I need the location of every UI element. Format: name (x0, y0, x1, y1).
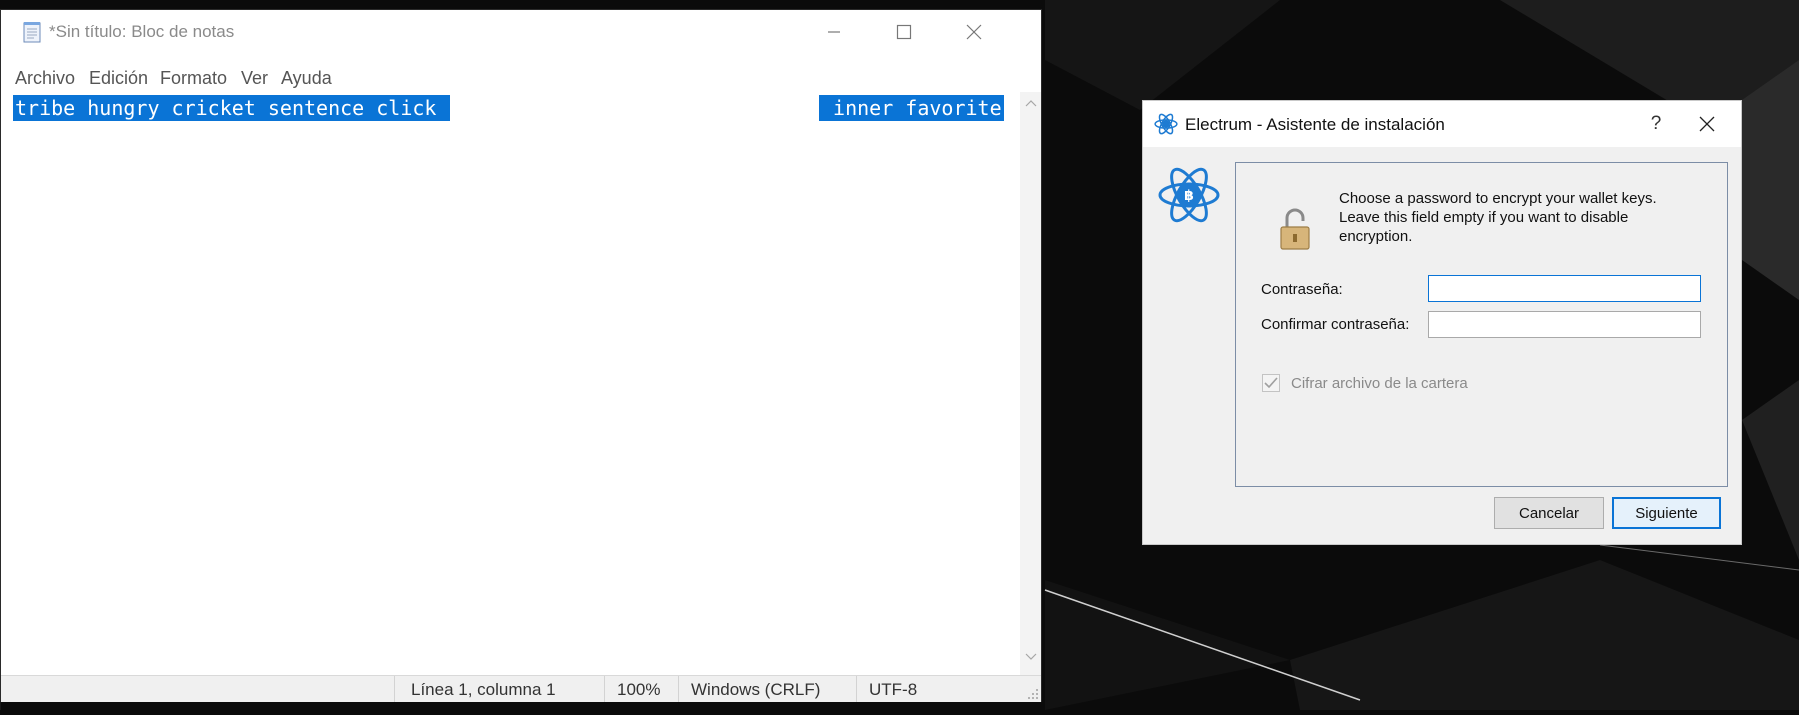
minimize-icon (828, 31, 840, 33)
electrum-icon (1154, 112, 1178, 136)
menu-formato[interactable]: Formato (160, 68, 227, 89)
notepad-window: *Sin título: Bloc de notas Archivo Edici… (0, 9, 1042, 702)
maximize-button[interactable] (869, 10, 939, 54)
confirm-password-label: Confirmar contraseña: (1261, 316, 1410, 333)
encrypt-file-label: Cifrar archivo de la cartera (1291, 375, 1468, 392)
password-label: Contraseña: (1261, 281, 1343, 298)
chevron-up-icon (1025, 100, 1036, 107)
instructions-line: encryption. (1339, 228, 1413, 245)
close-button[interactable] (939, 10, 1009, 54)
menu-ayuda[interactable]: Ayuda (281, 68, 332, 89)
chevron-down-icon (1025, 653, 1036, 660)
selected-text[interactable]: inner favorite (819, 95, 1004, 121)
selected-text[interactable]: tribe hungry cricket sentence click (13, 95, 451, 121)
vertical-scrollbar[interactable] (1020, 92, 1041, 675)
cancel-button[interactable]: Cancelar (1494, 497, 1604, 529)
scroll-up-button[interactable] (1020, 98, 1041, 114)
status-bar: Línea 1, columna 1 100% Windows (CRLF) U… (1, 675, 1041, 702)
cursor-position: Línea 1, columna 1 (411, 680, 556, 699)
close-icon (1699, 116, 1715, 132)
svg-text:฿: ฿ (1184, 188, 1194, 204)
menu-bar: Archivo Edición Formato Ver Ayuda (1, 60, 1041, 96)
instructions-line: Choose a password to encrypt your wallet… (1339, 190, 1657, 207)
notepad-icon (21, 20, 43, 44)
resize-grip-icon[interactable] (1025, 686, 1039, 700)
menu-edicion[interactable]: Edición (89, 68, 148, 89)
dialog-title: Electrum - Asistente de instalación (1185, 115, 1445, 134)
window-title: *Sin título: Bloc de notas (49, 22, 235, 41)
electrum-dialog: Electrum - Asistente de instalación ? ฿ (1142, 100, 1742, 545)
next-button[interactable]: Siguiente (1612, 497, 1721, 529)
confirm-password-input[interactable] (1428, 311, 1701, 338)
encoding: UTF-8 (869, 680, 918, 699)
menu-archivo[interactable]: Archivo (15, 68, 75, 89)
electrum-logo-icon: ฿ (1157, 163, 1221, 227)
status-separator (856, 676, 857, 702)
line-ending: Windows (CRLF) (691, 680, 821, 699)
menu-ver[interactable]: Ver (241, 68, 268, 89)
instructions-text: Choose a password to encrypt your wallet… (1339, 189, 1709, 246)
checkmark-icon (1264, 377, 1278, 389)
password-panel: Choose a password to encrypt your wallet… (1235, 162, 1728, 487)
status-separator (394, 676, 395, 702)
scroll-down-button[interactable] (1020, 652, 1041, 668)
dialog-titlebar[interactable]: Electrum - Asistente de instalación ? (1143, 101, 1741, 147)
maximize-icon (896, 24, 912, 40)
zoom-level: 100% (617, 680, 661, 699)
notepad-titlebar[interactable]: *Sin título: Bloc de notas (1, 10, 1041, 54)
lock-icon (1278, 207, 1312, 251)
instructions-line: Leave this field empty if you want to di… (1339, 209, 1629, 226)
status-separator (678, 676, 679, 702)
text-editor[interactable]: tribe hungry cricket sentence click inne… (1, 92, 1020, 675)
password-input[interactable] (1428, 275, 1701, 302)
status-separator (604, 676, 605, 702)
encrypt-file-checkbox[interactable] (1262, 374, 1280, 392)
minimize-button[interactable] (799, 10, 869, 54)
close-button[interactable] (1673, 101, 1741, 147)
close-icon (966, 24, 982, 40)
